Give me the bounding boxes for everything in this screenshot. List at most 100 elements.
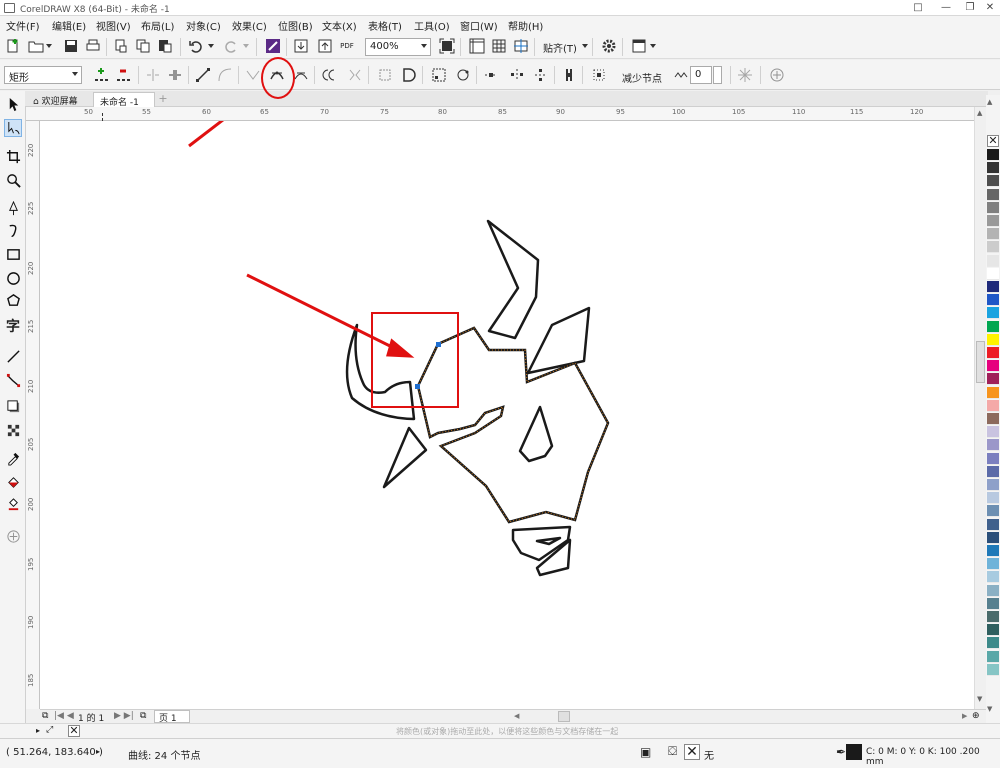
new-tab-plus-icon[interactable]: + bbox=[157, 93, 169, 105]
reflect-nodes-vertical-icon[interactable] bbox=[532, 66, 550, 84]
color-swatch[interactable] bbox=[987, 545, 999, 557]
paste-icon[interactable] bbox=[156, 37, 174, 55]
tab-welcome[interactable]: ⌂ 欢迎屏幕 bbox=[27, 92, 93, 107]
interactive-fill-tool-icon[interactable] bbox=[4, 473, 22, 491]
menu-effects[interactable]: 效果(C) bbox=[232, 18, 267, 33]
color-swatch[interactable] bbox=[987, 624, 999, 637]
color-swatch[interactable] bbox=[987, 399, 999, 412]
color-swatch[interactable] bbox=[987, 611, 999, 623]
color-swatch[interactable] bbox=[987, 320, 999, 333]
full-screen-icon[interactable] bbox=[438, 37, 456, 55]
restore-user-icon[interactable]: □ bbox=[904, 0, 932, 16]
color-swatch[interactable] bbox=[987, 175, 999, 188]
next-page-button[interactable]: ▶ ▶| bbox=[114, 711, 134, 721]
color-swatch[interactable] bbox=[987, 307, 999, 320]
vertical-ruler[interactable]: 220 225 220 215 210 205 200 195 190 185 bbox=[26, 121, 40, 709]
vertical-scrollbar[interactable]: ▲ ▼ bbox=[974, 107, 986, 709]
select-all-nodes-icon[interactable] bbox=[560, 66, 578, 84]
undo-icon[interactable] bbox=[187, 37, 205, 55]
stretch-nodes-icon[interactable] bbox=[376, 66, 394, 84]
color-swatch[interactable] bbox=[987, 228, 999, 241]
status-arrow-icon[interactable]: ▸ bbox=[96, 747, 100, 756]
menu-tools[interactable]: 工具(O) bbox=[414, 18, 450, 33]
export-icon[interactable] bbox=[316, 37, 334, 55]
print-icon[interactable] bbox=[84, 37, 102, 55]
add-page-button[interactable]: ⧉ bbox=[140, 711, 146, 721]
reverse-direction-icon[interactable] bbox=[320, 66, 338, 84]
launcher-dropdown-arrow[interactable] bbox=[650, 44, 656, 48]
color-swatch[interactable] bbox=[987, 637, 999, 650]
color-swatch[interactable] bbox=[987, 241, 999, 254]
outline-color-swatch[interactable] bbox=[846, 744, 862, 760]
parallel-dimension-tool-icon[interactable] bbox=[4, 347, 22, 365]
connector-tool-icon[interactable] bbox=[4, 371, 22, 389]
scroll-down-arrow[interactable]: ▼ bbox=[977, 695, 982, 703]
color-swatch[interactable] bbox=[987, 571, 999, 584]
show-guidelines-icon[interactable] bbox=[512, 37, 530, 55]
color-swatch[interactable] bbox=[987, 294, 999, 307]
menu-text[interactable]: 文本(X) bbox=[322, 18, 357, 33]
align-nodes-icon[interactable] bbox=[482, 66, 500, 84]
application-launcher-icon[interactable] bbox=[630, 37, 648, 55]
ellipse-tool-icon[interactable] bbox=[4, 269, 22, 287]
shape-tool-icon[interactable] bbox=[4, 119, 22, 137]
color-swatch[interactable] bbox=[987, 558, 999, 571]
to-curve-icon[interactable] bbox=[216, 66, 234, 84]
menu-object[interactable]: 对象(C) bbox=[186, 18, 221, 33]
eyedropper-tool-icon[interactable] bbox=[4, 449, 22, 467]
new-document-icon[interactable] bbox=[4, 37, 22, 55]
selection-mode-select[interactable]: 矩形 bbox=[4, 66, 82, 84]
color-swatch[interactable] bbox=[987, 333, 999, 346]
color-swatch[interactable] bbox=[987, 426, 999, 439]
extend-curve-icon[interactable] bbox=[346, 66, 364, 84]
no-color-swatch[interactable]: ✕ bbox=[987, 135, 999, 147]
publish-pdf-icon[interactable]: PDF bbox=[338, 37, 356, 55]
color-swatch[interactable] bbox=[987, 254, 999, 267]
horizontal-ruler[interactable]: 50 55 60 65 70 75 80 85 90 95 100 105 11… bbox=[26, 107, 986, 121]
freehand-tool-icon[interactable] bbox=[4, 199, 22, 217]
text-tool-icon[interactable]: 字 bbox=[4, 317, 22, 335]
zoom-tool-icon[interactable] bbox=[4, 171, 22, 189]
transparency-tool-icon[interactable] bbox=[4, 421, 22, 439]
color-swatch[interactable] bbox=[987, 373, 999, 386]
redo-icon[interactable] bbox=[222, 37, 240, 55]
doc-palette-eyedropper-icon[interactable]: ⤢ bbox=[46, 725, 53, 735]
reduce-nodes-button[interactable]: 减少节点 bbox=[622, 70, 662, 85]
color-swatch[interactable] bbox=[987, 281, 999, 293]
color-swatch[interactable] bbox=[987, 650, 999, 663]
outline-pen-icon[interactable]: ✒ bbox=[836, 745, 846, 759]
scroll-up-arrow[interactable]: ▲ bbox=[977, 109, 982, 117]
color-swatch[interactable] bbox=[987, 267, 999, 280]
options-gear-icon[interactable] bbox=[600, 37, 618, 55]
color-swatch[interactable] bbox=[987, 201, 999, 214]
color-swatch[interactable] bbox=[987, 439, 999, 452]
color-swatch[interactable] bbox=[987, 360, 999, 373]
show-rulers-icon[interactable] bbox=[468, 37, 486, 55]
menu-bitmaps[interactable]: 位图(B) bbox=[278, 18, 313, 33]
menu-file[interactable]: 文件(F) bbox=[6, 18, 40, 33]
add-node-icon[interactable] bbox=[92, 66, 110, 84]
cusp-node-icon[interactable] bbox=[244, 66, 262, 84]
cut-icon[interactable] bbox=[112, 37, 130, 55]
menu-edit[interactable]: 编辑(E) bbox=[52, 18, 86, 33]
color-swatch[interactable] bbox=[987, 663, 999, 676]
color-swatch[interactable] bbox=[987, 215, 999, 227]
break-curve-icon[interactable] bbox=[166, 66, 184, 84]
color-swatch[interactable] bbox=[987, 479, 999, 491]
fill-none-swatch[interactable]: ✕ bbox=[684, 744, 700, 760]
zoom-navigator-icon[interactable]: ⊕ bbox=[972, 711, 980, 721]
color-swatch[interactable] bbox=[987, 413, 999, 425]
color-swatch[interactable] bbox=[987, 518, 999, 531]
first-page-button[interactable]: ⧉ bbox=[42, 711, 48, 721]
copy-icon[interactable] bbox=[134, 37, 152, 55]
color-swatch[interactable] bbox=[987, 531, 999, 544]
open-folder-icon[interactable] bbox=[27, 37, 45, 55]
page-tab[interactable]: 页 1 bbox=[154, 710, 190, 724]
menu-window[interactable]: 窗口(W) bbox=[460, 18, 498, 33]
drawing-canvas[interactable] bbox=[40, 121, 974, 709]
palette-scroll-down[interactable]: ▼ bbox=[987, 705, 992, 713]
snap-to-menu[interactable]: 贴齐(T) bbox=[543, 40, 577, 55]
color-swatch[interactable] bbox=[987, 584, 999, 597]
add-toolbar-icon[interactable] bbox=[768, 66, 786, 84]
color-swatch[interactable] bbox=[987, 452, 999, 465]
